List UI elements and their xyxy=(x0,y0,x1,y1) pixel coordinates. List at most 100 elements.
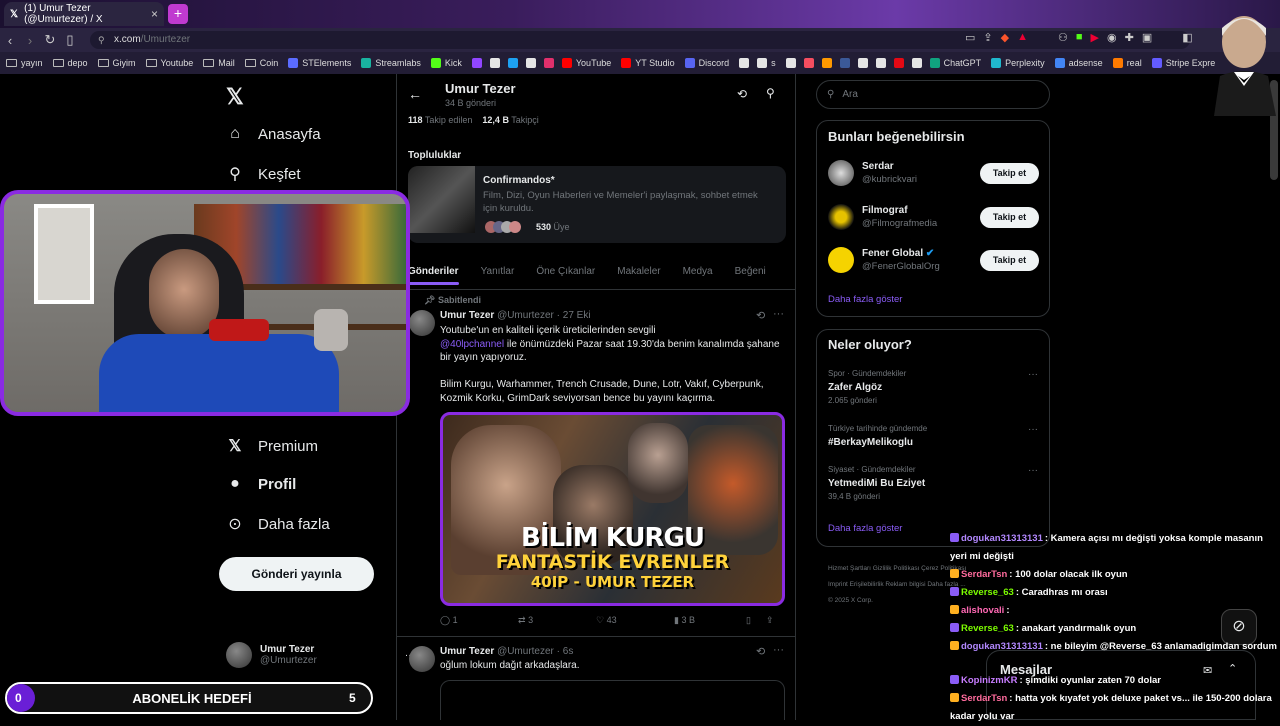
bookmark-item[interactable]: real xyxy=(1112,58,1142,68)
tab-posts[interactable]: Gönderiler xyxy=(408,266,459,285)
bookmark-item[interactable]: Youtube xyxy=(145,58,193,68)
suggestion-user[interactable]: Filmograf @Filmografmedia xyxy=(828,204,937,230)
post-media[interactable] xyxy=(440,680,785,720)
bookmark-item[interactable]: Perplexity xyxy=(991,58,1045,68)
nav-item-home[interactable]: ⌂ Anasayfa xyxy=(226,125,320,143)
bookmark-item[interactable] xyxy=(543,58,554,68)
bookmark-item[interactable] xyxy=(525,58,536,68)
tab-media[interactable]: Medya xyxy=(683,266,713,277)
tab-replies[interactable]: Yanıtlar xyxy=(481,266,515,277)
follow-button[interactable]: Takip et xyxy=(980,207,1039,228)
share-icon[interactable]: ⇪ xyxy=(983,31,992,44)
trend-item[interactable]: Siyaset · Gündemdekiler YetmediMi Bu Eziy… xyxy=(828,465,925,501)
bookmark-item[interactable] xyxy=(803,58,814,68)
suggestion-user[interactable]: Serdar @kubrickvari xyxy=(828,160,917,186)
brave-shield-icon[interactable]: ◆ xyxy=(1001,31,1009,44)
x-logo-icon[interactable]: 𝕏 xyxy=(226,84,244,110)
bookmark-item[interactable]: Streamlabs xyxy=(361,58,421,68)
bookmark-item[interactable] xyxy=(875,58,886,68)
following-label[interactable]: Takip edilen xyxy=(425,115,473,125)
grok-icon[interactable]: ⟲ xyxy=(737,87,747,101)
bookmark-item[interactable] xyxy=(821,58,832,68)
repost-button[interactable]: ⇄ 3 xyxy=(518,615,596,626)
bookmark-icon[interactable]: ▯ xyxy=(60,32,80,48)
suggestion-user[interactable]: Fener Global ✔ @FenerGlobalOrg xyxy=(828,247,940,273)
views-button[interactable]: ▮ 3 B xyxy=(674,615,746,626)
grok-icon[interactable]: ⟲ xyxy=(756,309,765,322)
avatar[interactable] xyxy=(409,646,435,672)
search-input[interactable]: ⚲ Ara xyxy=(816,80,1050,109)
bookmark-item[interactable]: s xyxy=(757,58,776,68)
bookmark-item[interactable]: depo xyxy=(52,58,88,68)
chat-username[interactable]: KopinizmKR xyxy=(961,675,1017,686)
bookmark-item[interactable] xyxy=(507,58,518,68)
chat-username[interactable]: SerdarTsn xyxy=(961,693,1007,704)
chat-username[interactable]: Reverse_63 xyxy=(961,587,1014,598)
bookmark-item[interactable]: Stripe Expre xyxy=(1151,58,1215,68)
mention-link[interactable]: @40lpchannel xyxy=(440,339,504,350)
extension-icon[interactable]: ⚇ xyxy=(1058,31,1068,44)
nav-item-explore[interactable]: ⚲ Keşfet xyxy=(226,164,300,184)
chat-username[interactable]: Reverse_63 xyxy=(961,623,1014,634)
extension-icon[interactable]: ■ xyxy=(1076,31,1083,44)
more-dots-icon[interactable]: ··· xyxy=(773,644,784,656)
new-tab-button[interactable]: + xyxy=(168,4,188,24)
more-dots-icon[interactable]: ··· xyxy=(1028,465,1038,476)
extension-icon[interactable]: ◉ xyxy=(1107,31,1117,44)
like-button[interactable]: ♡ 43 xyxy=(596,615,674,626)
tab-highlights[interactable]: Öne Çıkanlar xyxy=(536,266,595,277)
nav-item-premium[interactable]: 𝕏 Premium xyxy=(226,436,318,456)
bookmark-item[interactable]: YT Studio xyxy=(621,58,675,68)
chat-username[interactable]: dogukan31313131 xyxy=(961,641,1043,652)
grok-icon[interactable]: ⟲ xyxy=(756,645,765,658)
avatar[interactable] xyxy=(409,310,435,336)
brave-rewards-icon[interactable]: ▲ xyxy=(1017,31,1028,44)
more-dots-icon[interactable]: ··· xyxy=(1028,369,1038,380)
bookmark-item[interactable] xyxy=(489,58,500,68)
bookmark-item[interactable]: YouTube xyxy=(561,58,611,68)
bookmark-item[interactable]: yayın xyxy=(6,58,43,68)
trend-item[interactable]: Spor · Gündemdekiler Zafer Algöz 2.065 gön… xyxy=(828,369,906,405)
more-dots-icon[interactable]: ··· xyxy=(1028,424,1038,435)
reload-icon[interactable]: ↻ xyxy=(40,32,60,48)
search-icon[interactable]: ⚲ xyxy=(766,86,775,100)
forward-icon[interactable]: › xyxy=(20,33,40,48)
bookmark-item[interactable]: ChatGPT xyxy=(929,58,981,68)
account-switcher[interactable]: Umur Tezer @Umurtezer ··· xyxy=(226,642,415,668)
bookmark-item[interactable]: Kick xyxy=(430,58,462,68)
nav-item-profile[interactable]: ● Profil xyxy=(226,475,296,493)
bookmark-item[interactable]: Discord xyxy=(684,58,729,68)
trend-item[interactable]: Türkiye tarihinde gündemde #BerkayMelikog… xyxy=(828,424,927,451)
bookmark-item[interactable] xyxy=(471,58,482,68)
bookmark-icon[interactable]: ▯ xyxy=(746,615,766,626)
bookmark-item[interactable]: adsense xyxy=(1054,58,1103,68)
bookmark-item[interactable]: Giyim xyxy=(97,58,136,68)
chat-username[interactable]: alishovali xyxy=(961,605,1004,616)
cast-icon[interactable]: ▭ xyxy=(965,31,975,44)
bookmark-item[interactable]: Mail xyxy=(203,58,235,68)
extension-icon[interactable]: ▣ xyxy=(1142,31,1152,44)
bookmark-item[interactable] xyxy=(911,58,922,68)
follow-button[interactable]: Takip et xyxy=(980,250,1039,271)
show-more-link[interactable]: Daha fazla göster xyxy=(828,294,902,305)
reply-button[interactable]: ◯ 1 xyxy=(440,615,518,626)
back-arrow-icon[interactable]: ← xyxy=(408,86,422,102)
extension-icon[interactable]: ▶ xyxy=(1091,31,1099,44)
bookmark-item[interactable] xyxy=(839,58,850,68)
bookmark-item[interactable]: STElements xyxy=(288,58,351,68)
bookmark-item[interactable]: Coin xyxy=(244,58,278,68)
bookmark-item[interactable] xyxy=(893,58,904,68)
nav-item-more[interactable]: ⊙ Daha fazla xyxy=(226,514,329,534)
chat-username[interactable]: SerdarTsn xyxy=(961,569,1007,580)
post-button[interactable]: Gönderi yayınla xyxy=(219,557,374,591)
share-icon[interactable]: ⇪ xyxy=(766,615,774,626)
tab-likes[interactable]: Beğeni xyxy=(735,266,766,277)
sidebar-icon[interactable]: ◧ xyxy=(1182,31,1192,44)
chat-username[interactable]: dogukan31313131 xyxy=(961,533,1043,544)
follow-button[interactable]: Takip et xyxy=(980,163,1039,184)
bookmark-item[interactable] xyxy=(739,58,750,68)
site-info-icon[interactable]: ⚲ xyxy=(98,31,105,49)
more-dots-icon[interactable]: ··· xyxy=(773,308,784,320)
tab-articles[interactable]: Makaleler xyxy=(617,266,660,277)
show-more-link[interactable]: Daha fazla göster xyxy=(828,523,902,534)
